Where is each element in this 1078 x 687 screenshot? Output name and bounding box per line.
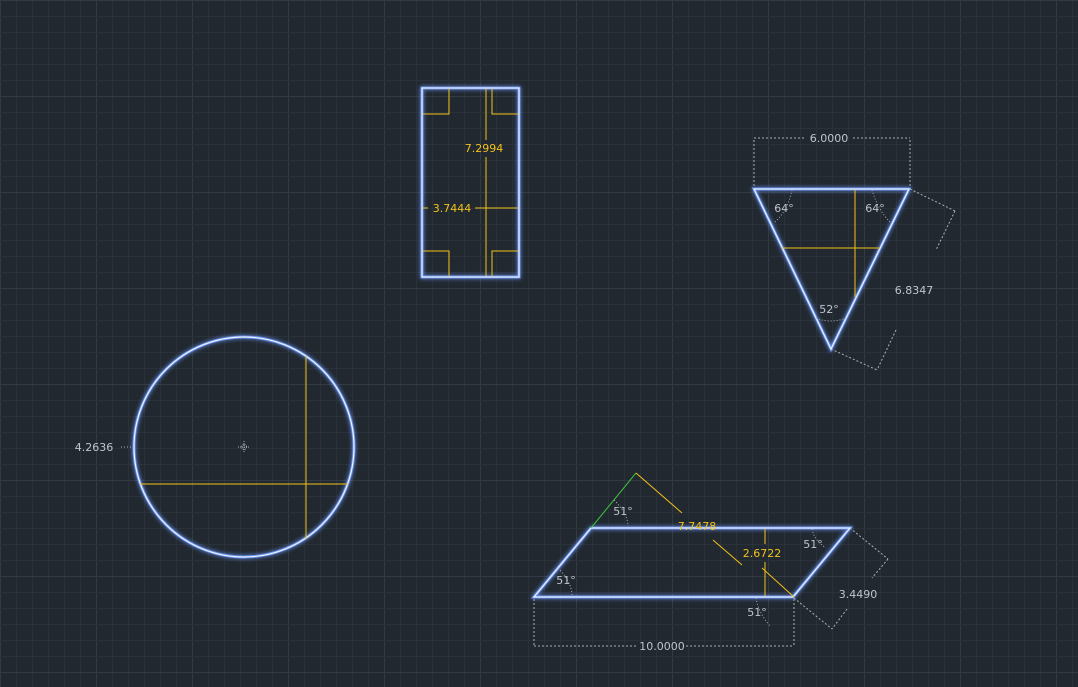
triangle-side-length-label: 6.8347 <box>895 284 934 297</box>
rectangle-shape[interactable]: 7.2994 3.7444 <box>420 86 521 279</box>
triangle-angle-bottom-label: 52° <box>819 303 839 316</box>
parallelogram-base-label: 10.0000 <box>639 640 685 653</box>
triangle-angle-right-label: 64° <box>865 202 885 215</box>
parallelogram-shape[interactable]: 7.7478 2.6722 3.4490 10.0000 51° 51° 51°… <box>530 472 889 653</box>
drawing-canvas[interactable]: 7.2994 3.7444 6.0000 6.8347 64° 64° 52° … <box>0 0 1078 687</box>
circle-center-marker <box>238 441 250 453</box>
rectangle-measure-lines <box>423 89 518 276</box>
parallelogram-angle-top-left-label: 51° <box>613 505 633 518</box>
parallelogram-measure-lines <box>635 472 795 598</box>
rectangle-width-label: 3.7444 <box>433 202 472 215</box>
rectangle-outline[interactable] <box>420 86 521 279</box>
parallelogram-height-label: 2.6722 <box>743 547 782 560</box>
rectangle-height-label: 7.2994 <box>465 142 504 155</box>
parallelogram-angle-top-right-label: 51° <box>803 538 823 551</box>
parallelogram-angle-bottom-right-label: 51° <box>747 606 767 619</box>
parallelogram-angle-bottom-left-label: 51° <box>556 574 576 587</box>
parallelogram-diagonal-label: 7.7478 <box>678 520 717 533</box>
background-grid <box>0 0 1078 687</box>
parallelogram-side-label: 3.4490 <box>839 588 878 601</box>
circle-shape[interactable]: 4.2636 <box>75 335 356 559</box>
circle-radius-label: 4.2636 <box>75 441 114 454</box>
parallelogram-extension-green <box>590 472 637 529</box>
triangle-top-width-label: 6.0000 <box>810 132 849 145</box>
triangle-angle-left-label: 64° <box>774 202 794 215</box>
rectangle-outline-core <box>421 87 520 278</box>
